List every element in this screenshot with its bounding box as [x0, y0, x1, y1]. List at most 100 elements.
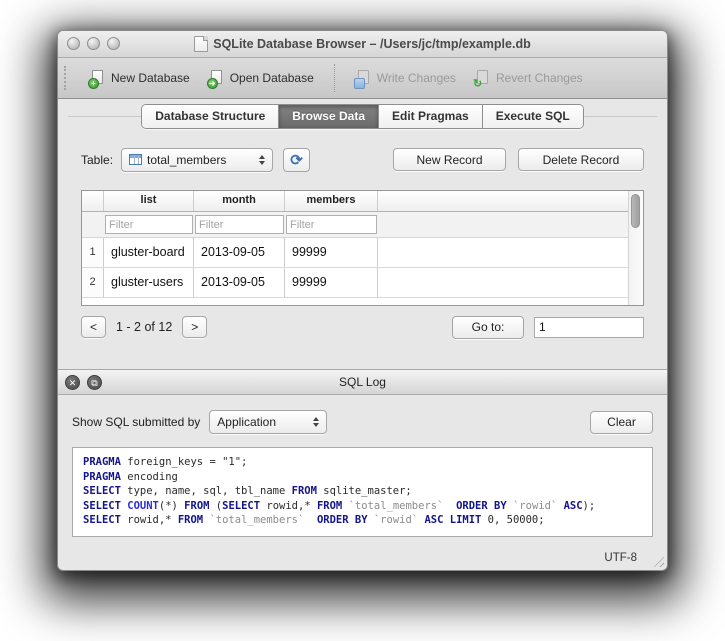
popup-arrows-icon — [251, 155, 265, 165]
data-cell-month[interactable]: 2013-09-05 — [194, 268, 285, 297]
filter-input-month[interactable] — [195, 215, 284, 234]
sql-token-kw: ASC — [564, 500, 583, 512]
sql-line: SELECT rowid,* FROM `total_members` ORDE… — [83, 513, 642, 528]
sql-token-plain — [443, 500, 456, 512]
main-toolbar: + New Database ➜ Open Database Write Cha… — [58, 58, 667, 99]
resize-grip-icon[interactable] — [651, 554, 664, 567]
pagination-row: < 1 - 2 of 12 > Go to: — [81, 314, 644, 340]
data-cell-month[interactable]: 2013-09-05 — [194, 238, 285, 267]
sql-token-plain: (*) — [159, 500, 184, 512]
write-changes-button[interactable]: Write Changes — [355, 70, 456, 87]
sql-token-kw: FROM — [317, 500, 342, 512]
open-database-button[interactable]: ➜ Open Database — [208, 70, 314, 87]
column-header-members[interactable]: members — [285, 191, 378, 211]
close-window-button[interactable] — [67, 37, 80, 50]
sql-line: PRAGMA foreign_keys = "1"; — [83, 455, 642, 470]
float-icon: ⧉ — [91, 378, 97, 388]
tab-browse-data[interactable]: Browse Data — [279, 105, 379, 128]
column-header-list[interactable]: list — [104, 191, 194, 211]
filter-input-list[interactable] — [105, 215, 193, 234]
zoom-window-button[interactable] — [107, 37, 120, 50]
sql-line: PRAGMA encoding — [83, 470, 642, 485]
toolbar-separator — [334, 64, 335, 92]
sql-token-kw: LIMIT — [450, 514, 482, 526]
minimize-window-button[interactable] — [87, 37, 100, 50]
close-icon: ✕ — [69, 378, 77, 388]
data-cell-list[interactable]: gluster-board — [104, 238, 194, 267]
sql-token-kw: FROM — [292, 485, 317, 497]
window-controls — [67, 37, 120, 50]
sql-line: SELECT type, name, sql, tbl_name FROM sq… — [83, 484, 642, 499]
refresh-icon: ⟳ — [290, 151, 303, 169]
grid-vertical-scrollbar[interactable] — [628, 191, 643, 305]
table-select-value: total_members — [147, 153, 226, 167]
data-grid: listmonthmembers 1gluster-board2013-09-05… — [81, 190, 644, 306]
next-page-button[interactable]: > — [182, 316, 207, 338]
filter-cell-list — [104, 212, 194, 237]
revert-changes-button[interactable]: ↻ Revert Changes — [474, 70, 583, 87]
titlebar[interactable]: SQLite Database Browser – /Users/jc/tmp/… — [58, 31, 667, 58]
refresh-button[interactable]: ⟳ — [283, 148, 310, 172]
title-group: SQLite Database Browser – /Users/jc/tmp/… — [194, 36, 530, 52]
data-row-filler — [378, 238, 628, 267]
sql-token-kw: ASC — [424, 514, 443, 526]
revert-changes-icon: ↻ — [474, 70, 491, 87]
goto-record-input[interactable] — [534, 317, 644, 338]
data-row-filler — [378, 268, 628, 297]
sql-token-plain: ( — [209, 500, 222, 512]
sql-source-select[interactable]: Application — [209, 410, 327, 434]
filter-cell-month — [194, 212, 285, 237]
sql-log-panel: Show SQL submitted by Application Clear … — [58, 395, 667, 545]
float-sql-log-button[interactable]: ⧉ — [87, 375, 102, 390]
write-changes-label: Write Changes — [377, 71, 456, 85]
sql-log-output[interactable]: PRAGMA foreign_keys = "1";PRAGMA encodin… — [72, 447, 653, 537]
sql-token-fn: COUNT — [127, 500, 159, 512]
show-sql-label: Show SQL submitted by — [72, 415, 200, 429]
grid-row-2[interactable]: 2gluster-users2013-09-0599999 — [82, 268, 628, 298]
data-cell-list[interactable]: gluster-users — [104, 268, 194, 297]
data-cell-members[interactable]: 99999 — [285, 238, 378, 267]
table-icon — [129, 154, 142, 165]
window-title: SQLite Database Browser – /Users/jc/tmp/… — [213, 37, 530, 51]
encoding-label: UTF-8 — [604, 552, 637, 564]
sql-log-header[interactable]: ✕ ⧉ SQL Log — [58, 369, 667, 395]
toolbar-grip-icon — [64, 66, 69, 90]
new-database-button[interactable]: + New Database — [89, 70, 190, 87]
sql-source-value: Application — [217, 415, 276, 429]
sql-token-plain: rowid,* — [260, 500, 317, 512]
sql-token-id: `total_members` — [209, 514, 304, 526]
column-header-month[interactable]: month — [194, 191, 285, 211]
sql-token-id: `total_members` — [349, 500, 444, 512]
close-sql-log-button[interactable]: ✕ — [65, 375, 80, 390]
tab-edit-pragmas[interactable]: Edit Pragmas — [379, 105, 483, 128]
grid-header-row: listmonthmembers — [82, 191, 628, 212]
grid-body[interactable]: listmonthmembers 1gluster-board2013-09-05… — [82, 191, 628, 305]
data-cell-members[interactable]: 99999 — [285, 268, 378, 297]
grid-filter-row — [82, 212, 628, 238]
open-database-icon: ➜ — [208, 70, 225, 87]
filter-input-members[interactable] — [286, 215, 377, 234]
sql-token-id: `rowid` — [513, 500, 557, 512]
grid-header-filler — [378, 191, 628, 211]
table-label: Table: — [81, 153, 113, 167]
tab-database-structure[interactable]: Database Structure — [142, 105, 279, 128]
sql-token-kw: SELECT — [83, 500, 121, 512]
record-range-label: 1 - 2 of 12 — [116, 320, 172, 334]
tab-bar: Database StructureBrowse DataEdit Pragma… — [141, 104, 583, 129]
delete-record-button[interactable]: Delete Record — [518, 148, 644, 171]
sql-token-plain: rowid,* — [121, 514, 178, 526]
sql-token-plain: ); — [583, 500, 596, 512]
clear-log-button[interactable]: Clear — [590, 411, 653, 434]
table-select[interactable]: total_members — [121, 148, 273, 172]
grid-corner-cell — [82, 191, 104, 211]
goto-button[interactable]: Go to: — [452, 316, 524, 339]
open-database-label: Open Database — [230, 71, 314, 85]
sql-filter-row: Show SQL submitted by Application Clear — [72, 409, 653, 435]
grid-row-1[interactable]: 1gluster-board2013-09-0599999 — [82, 238, 628, 268]
table-controls-row: Table: total_members ⟳ New Record Delete… — [81, 146, 644, 173]
new-record-button[interactable]: New Record — [393, 148, 506, 171]
prev-page-button[interactable]: < — [81, 316, 106, 338]
tab-execute-sql[interactable]: Execute SQL — [483, 105, 583, 128]
sql-token-plain: sqlite_master; — [317, 485, 412, 497]
scrollbar-thumb[interactable] — [631, 194, 640, 228]
